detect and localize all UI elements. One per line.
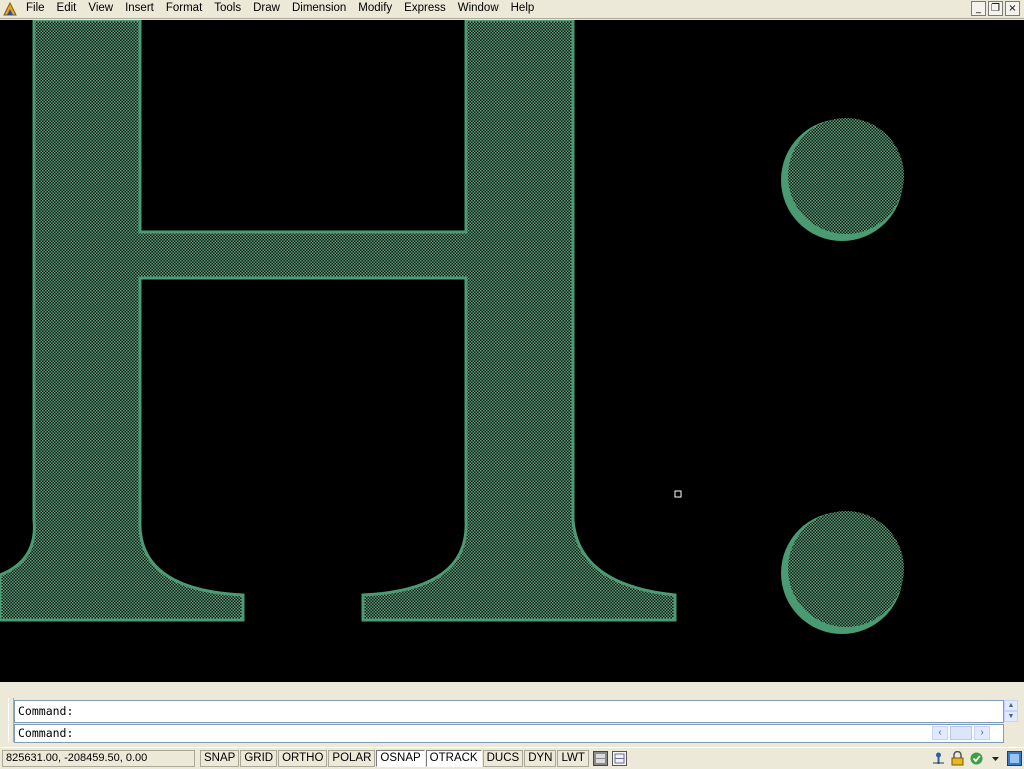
toggle-lwt[interactable]: LWT (557, 750, 589, 767)
status-bar: 825631.00, -208459.50, 0.00 SNAP GRID OR… (0, 747, 1024, 769)
toggle-dyn[interactable]: DYN (524, 750, 557, 767)
menu-modify[interactable]: Modify (352, 0, 398, 19)
command-history: Command: (14, 700, 1004, 723)
toggle-polar[interactable]: POLAR (328, 750, 376, 767)
toggle-otrack[interactable]: OTRACK (425, 750, 482, 767)
command-input[interactable] (80, 725, 781, 742)
communication-center-icon[interactable] (930, 751, 946, 767)
menu-window[interactable]: Window (452, 0, 505, 19)
window-controls: _ ❐ × (971, 1, 1020, 16)
command-horizontal-scrollbar[interactable]: ‹ › (932, 726, 1000, 741)
menu-list: File Edit View Insert Format Tools Draw … (20, 0, 540, 19)
menu-dimension[interactable]: Dimension (286, 0, 352, 19)
drawing-canvas[interactable] (0, 20, 1024, 682)
toggle-ducs[interactable]: DUCS (482, 750, 524, 767)
scroll-thumb[interactable] (950, 726, 972, 740)
toggle-grid[interactable]: GRID (240, 750, 278, 767)
layout-icon[interactable] (611, 750, 628, 767)
toggle-osnap[interactable]: OSNAP (376, 750, 425, 767)
drafting-toggles: SNAP GRID ORTHO POLAR OSNAP OTRACK DUCS … (200, 750, 628, 767)
command-prompt: Command: (18, 726, 74, 740)
tray-menu-arrow-icon[interactable] (987, 751, 1003, 767)
clean-screen-icon[interactable] (1006, 751, 1022, 767)
restore-button[interactable]: ❐ (988, 1, 1003, 16)
lock-icon[interactable] (949, 751, 965, 767)
command-line[interactable]: Command: (14, 724, 1004, 743)
scroll-right-icon[interactable]: › (974, 726, 990, 740)
menu-insert[interactable]: Insert (119, 0, 160, 19)
toggle-ortho[interactable]: ORTHO (278, 750, 328, 767)
model-icon[interactable] (592, 750, 609, 767)
status-tray (930, 750, 1022, 767)
command-window: Command: ▲ ▼ Command: ‹ › (0, 682, 1024, 746)
colon-lower-dot[interactable] (781, 511, 904, 634)
scroll-down-icon[interactable]: ▼ (1004, 711, 1018, 722)
command-history-line: Command: (18, 704, 74, 718)
pickbox-cursor (674, 490, 682, 498)
minimize-button[interactable]: _ (971, 1, 986, 16)
command-history-scrollbar[interactable]: ▲ ▼ (1004, 700, 1018, 723)
menu-help[interactable]: Help (505, 0, 541, 19)
toggle-snap[interactable]: SNAP (200, 750, 240, 767)
scroll-up-icon[interactable]: ▲ (1004, 700, 1018, 711)
menu-tools[interactable]: Tools (208, 0, 247, 19)
menu-draw[interactable]: Draw (247, 0, 286, 19)
menu-format[interactable]: Format (160, 0, 208, 19)
colon-upper-dot[interactable] (781, 118, 904, 241)
menu-file[interactable]: File (20, 0, 51, 19)
scroll-left-icon[interactable]: ‹ (932, 726, 948, 740)
letter-h-shape[interactable] (0, 20, 677, 622)
coordinate-display[interactable]: 825631.00, -208459.50, 0.00 (2, 750, 195, 767)
menu-edit[interactable]: Edit (51, 0, 83, 19)
close-button[interactable]: × (1005, 1, 1020, 16)
status-tray-icon[interactable] (968, 751, 984, 767)
menu-express[interactable]: Express (398, 0, 452, 19)
drawing-svg (0, 20, 904, 634)
menu-view[interactable]: View (82, 0, 119, 19)
autocad-app-icon[interactable] (2, 1, 18, 17)
menu-bar: File Edit View Insert Format Tools Draw … (0, 0, 1024, 19)
